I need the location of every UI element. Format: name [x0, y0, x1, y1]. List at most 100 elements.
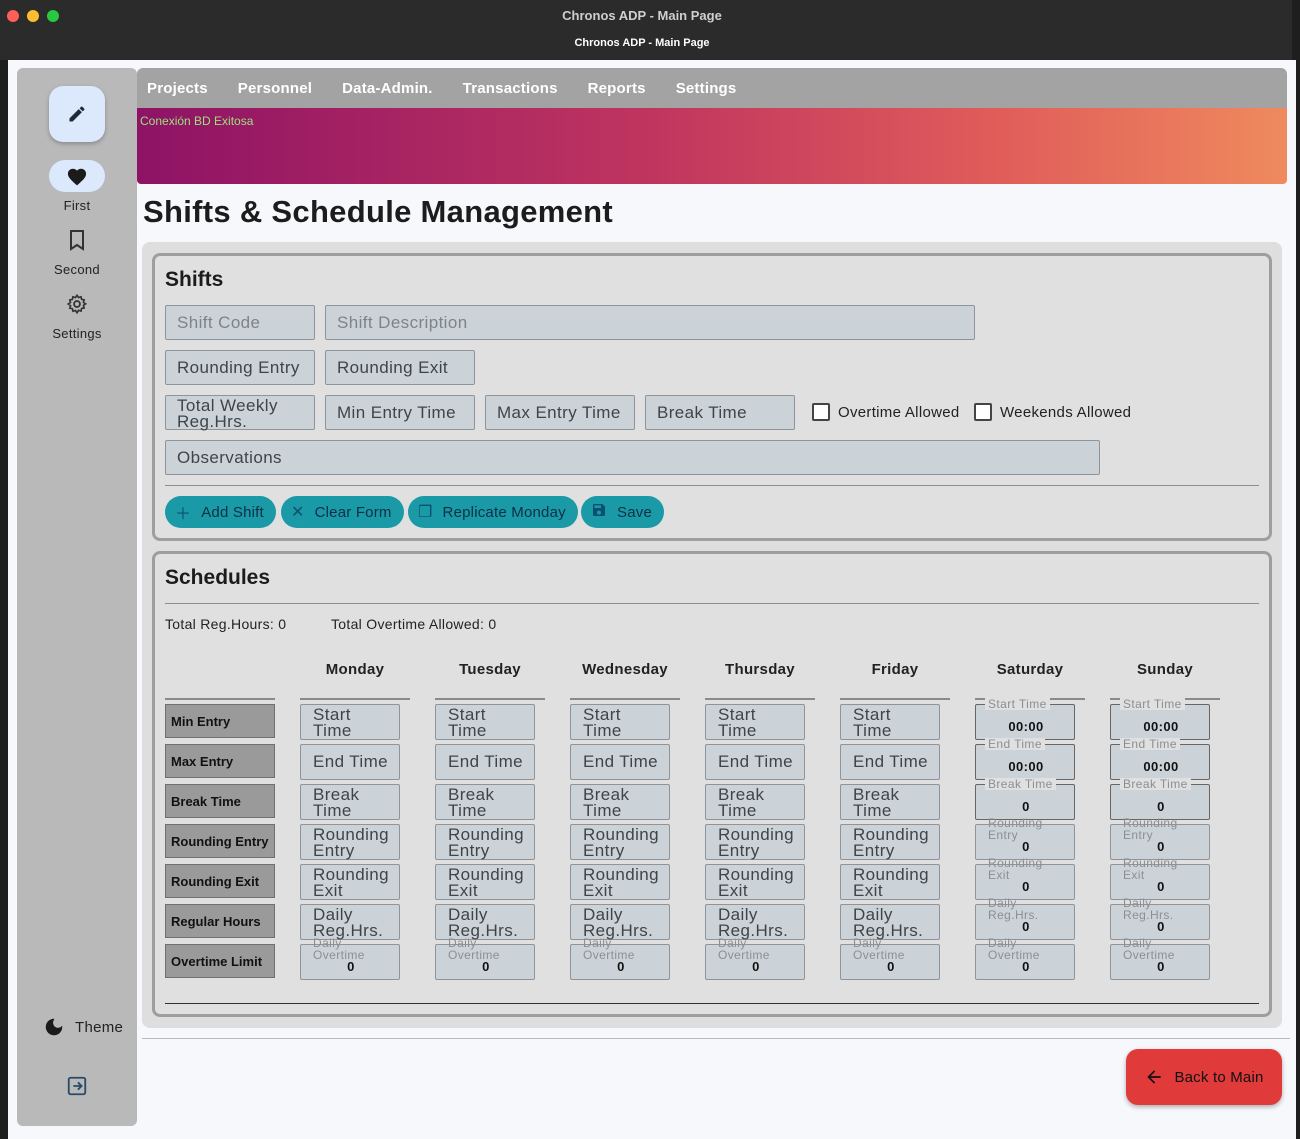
day-header: Monday — [325, 661, 385, 678]
break-time-field[interactable]: Break Time — [435, 784, 535, 820]
break-time-field[interactable]: Break Time — [300, 784, 400, 820]
save-button[interactable]: Save — [581, 496, 664, 528]
day-column-line — [435, 698, 545, 700]
daily-overtime-field[interactable]: Daily Overtime 0 — [705, 937, 805, 980]
end-time-field[interactable]: End Time 00:00 — [1110, 738, 1210, 780]
save-icon — [591, 502, 607, 523]
rounding-entry-field[interactable]: Rounding Entry 0 — [1110, 817, 1210, 860]
daily-overtime-field[interactable]: Daily Overtime 0 — [300, 937, 400, 980]
break-time-field[interactable]: Break Time — [570, 784, 670, 820]
field-floating-label: Break Time — [1120, 778, 1191, 790]
end-time-field[interactable]: End Time — [300, 744, 400, 780]
nav-reports[interactable]: Reports — [588, 80, 646, 97]
field-label-line: Entry — [853, 841, 895, 860]
nav-data-admin[interactable]: Data-Admin. — [342, 80, 433, 97]
rounding-entry-field[interactable]: Rounding Entry — [840, 824, 940, 860]
nav-projects[interactable]: Projects — [147, 80, 208, 97]
daily-reg-hrs-field[interactable]: Daily Reg.Hrs. — [705, 904, 805, 940]
field-label-line: Time — [853, 801, 892, 820]
start-time-field[interactable]: Start Time — [570, 704, 670, 740]
rounding-entry-field[interactable]: Rounding Entry — [165, 350, 315, 385]
daily-reg-hrs-field[interactable]: Daily Reg.Hrs. 0 — [975, 897, 1075, 940]
rounding-entry-field[interactable]: Rounding Entry — [705, 824, 805, 860]
theme-toggle[interactable]: Theme — [43, 1016, 123, 1038]
start-time-field[interactable]: Start Time 00:00 — [1110, 698, 1210, 740]
start-time-field[interactable]: Start Time — [705, 704, 805, 740]
daily-reg-hrs-field[interactable]: Daily Reg.Hrs. — [570, 904, 670, 940]
max-entry-time-field[interactable]: Max Entry Time — [485, 395, 635, 430]
end-time-field[interactable]: End Time — [840, 744, 940, 780]
rounding-entry-field[interactable]: Rounding Entry — [435, 824, 535, 860]
shift-code-field[interactable]: Shift Code — [165, 305, 315, 340]
daily-overtime-field[interactable]: Daily Overtime 0 — [435, 937, 535, 980]
edit-fab-button[interactable] — [49, 86, 105, 142]
weekends-allowed-checkbox[interactable]: Weekends Allowed — [974, 403, 1131, 421]
end-time-field[interactable]: End Time 00:00 — [975, 738, 1075, 780]
start-time-field[interactable]: Start Time — [840, 704, 940, 740]
break-time-field[interactable]: Break Time 0 — [975, 778, 1075, 820]
pencil-icon — [69, 106, 85, 122]
back-to-main-label: Back to Main — [1174, 1068, 1264, 1086]
daily-reg-hrs-field[interactable]: Daily Reg.Hrs. 0 — [1110, 897, 1210, 940]
field-floating-label: Daily Overtime — [853, 937, 905, 961]
total-weekly-reg-hrs-field[interactable]: Total Weekly Reg.Hrs. — [165, 395, 315, 430]
add-shift-button[interactable]: ＋ Add Shift — [165, 496, 276, 528]
break-time-field[interactable]: Break Time — [705, 784, 805, 820]
rounding-exit-field[interactable]: Rounding Exit 0 — [975, 857, 1075, 900]
field-value: 00:00 — [1143, 759, 1179, 774]
break-time-field[interactable]: Break Time 0 — [1110, 778, 1210, 820]
daily-reg-hrs-field[interactable]: Daily Reg.Hrs. — [840, 904, 940, 940]
shift-description-field[interactable]: Shift Description — [325, 305, 975, 340]
daily-reg-hrs-field[interactable]: Daily Reg.Hrs. — [300, 904, 400, 940]
day-header: Tuesday — [459, 661, 521, 678]
rounding-exit-field[interactable]: Rounding Exit — [570, 864, 670, 900]
daily-overtime-field[interactable]: Daily Overtime 0 — [975, 937, 1075, 980]
total-weekly-label-2: Reg.Hrs. — [177, 412, 248, 431]
end-time-field[interactable]: End Time — [435, 744, 535, 780]
field-value: 0 — [1022, 959, 1030, 974]
field-label-line: Start Time — [1123, 697, 1182, 711]
rounding-entry-field[interactable]: Rounding Entry 0 — [975, 817, 1075, 860]
start-time-field[interactable]: Start Time — [300, 704, 400, 740]
rounding-exit-field[interactable]: Rounding Exit 0 — [1110, 857, 1210, 900]
field-floating-label: Daily Reg.Hrs. — [988, 897, 1039, 921]
break-time-field[interactable]: Break Time — [840, 784, 940, 820]
row-label-regular-hours: Regular Hours — [165, 904, 275, 938]
nav-transactions[interactable]: Transactions — [463, 80, 558, 97]
logout-button[interactable] — [66, 1075, 88, 1102]
field-floating-label: Daily Overtime — [448, 937, 500, 961]
rounding-exit-field[interactable]: Rounding Exit — [300, 864, 400, 900]
daily-overtime-field[interactable]: Daily Overtime 0 — [840, 937, 940, 980]
top-navbar: Projects Personnel Data-Admin. Transacti… — [137, 68, 1287, 108]
break-time-field[interactable]: Break Time — [645, 395, 795, 430]
rounding-entry-field[interactable]: Rounding Entry — [570, 824, 670, 860]
overtime-allowed-checkbox[interactable]: Overtime Allowed — [812, 403, 960, 421]
plus-icon: ＋ — [175, 506, 192, 523]
back-to-main-button[interactable]: Back to Main — [1126, 1049, 1282, 1105]
daily-overtime-field[interactable]: Daily Overtime 0 — [570, 937, 670, 980]
rail-item-first[interactable]: First — [17, 160, 137, 213]
field-floating-label: Daily Reg.Hrs. — [1123, 897, 1174, 921]
field-floating-label: End Time — [985, 738, 1045, 750]
rail-item-second[interactable]: Second — [17, 224, 137, 277]
daily-overtime-field[interactable]: Daily Overtime 0 — [1110, 937, 1210, 980]
rail-item-settings[interactable]: Settings — [17, 288, 137, 341]
rounding-exit-field[interactable]: Rounding Exit — [705, 864, 805, 900]
rounding-exit-field[interactable]: Rounding Exit — [435, 864, 535, 900]
clear-form-button[interactable]: ✕ Clear Form — [281, 496, 404, 528]
start-time-field[interactable]: Start Time — [435, 704, 535, 740]
end-time-field[interactable]: End Time — [705, 744, 805, 780]
replicate-monday-button[interactable]: ❐ Replicate Monday — [408, 496, 578, 528]
min-entry-time-field[interactable]: Min Entry Time — [325, 395, 475, 430]
daily-reg-hrs-field[interactable]: Daily Reg.Hrs. — [435, 904, 535, 940]
rounding-exit-field[interactable]: Rounding Exit — [325, 350, 475, 385]
rounding-exit-field[interactable]: Rounding Exit — [840, 864, 940, 900]
nav-personnel[interactable]: Personnel — [238, 80, 312, 97]
observations-field[interactable]: Observations — [165, 440, 1100, 475]
start-time-field[interactable]: Start Time 00:00 — [975, 698, 1075, 740]
nav-settings[interactable]: Settings — [676, 80, 737, 97]
day-header: Thursday — [725, 661, 795, 678]
gear-icon — [66, 293, 88, 315]
end-time-field[interactable]: End Time — [570, 744, 670, 780]
rounding-entry-field[interactable]: Rounding Entry — [300, 824, 400, 860]
